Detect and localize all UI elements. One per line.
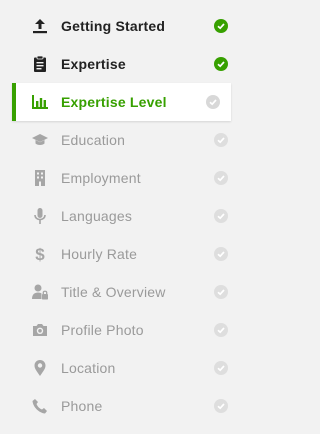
- map-pin-icon: [30, 358, 50, 378]
- step-label: Title & Overview: [61, 284, 166, 300]
- step-location[interactable]: Location: [0, 349, 251, 387]
- check-pending-icon: [214, 361, 228, 375]
- building-icon: [30, 168, 50, 188]
- clipboard-icon: [30, 54, 50, 74]
- user-lock-icon: [30, 282, 50, 302]
- step-label: Hourly Rate: [61, 246, 138, 262]
- step-label: Expertise Level: [61, 94, 167, 110]
- step-profile-photo[interactable]: Profile Photo: [0, 311, 251, 349]
- step-label: Phone: [61, 398, 103, 414]
- step-employment[interactable]: Employment: [0, 159, 251, 197]
- profile-steps-nav: Getting Started Expertise Expertise Leve…: [0, 7, 251, 425]
- step-hourly-rate[interactable]: $ Hourly Rate: [0, 235, 251, 273]
- dollar-icon: $: [30, 244, 50, 264]
- check-pending-icon: [214, 285, 228, 299]
- camera-icon: [30, 320, 50, 340]
- step-label: Languages: [61, 208, 133, 224]
- step-label: Expertise: [61, 56, 126, 72]
- step-phone[interactable]: Phone: [0, 387, 251, 425]
- step-label: Profile Photo: [61, 322, 144, 338]
- check-complete-icon: [214, 57, 228, 71]
- upload-icon: [30, 16, 50, 36]
- step-expertise[interactable]: Expertise: [0, 45, 251, 83]
- svg-text:$: $: [35, 245, 45, 263]
- check-pending-icon: [214, 399, 228, 413]
- check-complete-icon: [214, 19, 228, 33]
- check-pending-icon: [214, 323, 228, 337]
- microphone-icon: [30, 206, 50, 226]
- check-pending-icon: [214, 209, 228, 223]
- step-expertise-level[interactable]: Expertise Level: [12, 83, 231, 121]
- graduation-cap-icon: [30, 130, 50, 150]
- step-label: Location: [61, 360, 116, 376]
- step-languages[interactable]: Languages: [0, 197, 251, 235]
- bar-chart-icon: [30, 92, 50, 112]
- step-title-overview[interactable]: Title & Overview: [0, 273, 251, 311]
- phone-icon: [30, 396, 50, 416]
- check-pending-icon: [214, 133, 228, 147]
- check-pending-icon: [206, 95, 220, 109]
- step-getting-started[interactable]: Getting Started: [0, 7, 251, 45]
- step-label: Education: [61, 132, 126, 148]
- step-education[interactable]: Education: [0, 121, 251, 159]
- step-label: Employment: [61, 170, 141, 186]
- check-pending-icon: [214, 247, 228, 261]
- check-pending-icon: [214, 171, 228, 185]
- step-label: Getting Started: [61, 18, 166, 34]
